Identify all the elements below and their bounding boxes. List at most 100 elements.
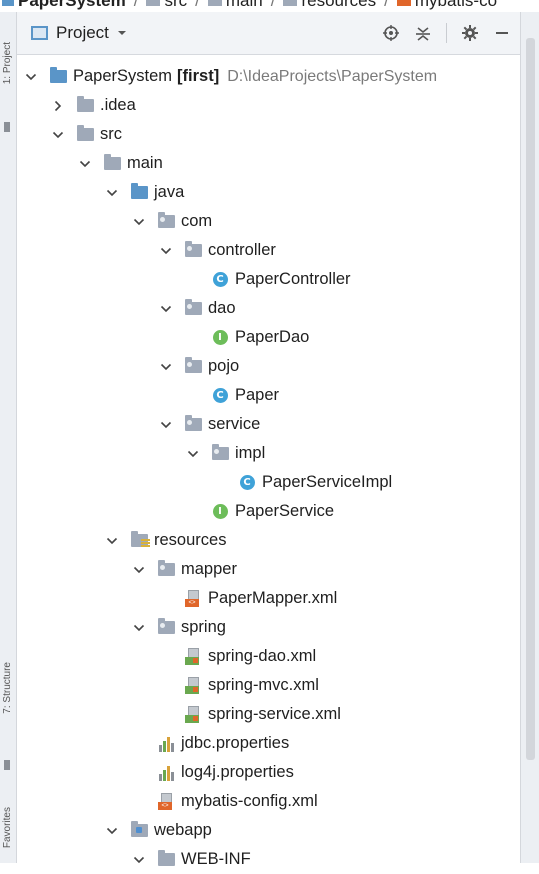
tree-node-label: com xyxy=(181,212,213,230)
tree-node[interactable]: pojo xyxy=(158,352,239,381)
chevron-down-icon[interactable] xyxy=(158,417,174,433)
structure-tool-tab[interactable]: 7: Structure xyxy=(2,662,13,714)
tree-node[interactable]: jdbc.properties xyxy=(131,729,289,758)
project-tool-tab[interactable]: 1: Project xyxy=(2,42,13,84)
tree-node-label: .idea xyxy=(100,96,136,114)
package-icon xyxy=(157,618,175,636)
tree-node[interactable]: WEB-INF xyxy=(131,845,251,874)
tree-node-label: spring xyxy=(181,618,226,636)
class-icon: C xyxy=(238,475,256,491)
tree-node[interactable]: dao xyxy=(158,294,236,323)
properties-file-icon xyxy=(157,765,175,781)
chevron-down-icon[interactable] xyxy=(77,156,93,172)
chevron-down-icon[interactable] xyxy=(104,185,120,201)
tree-node[interactable]: service xyxy=(158,410,260,439)
strip-marker xyxy=(4,122,10,132)
tree-node[interactable]: mapper xyxy=(131,555,237,584)
chevron-down-icon[interactable] xyxy=(104,533,120,549)
tree-node[interactable]: <> mybatis-config.xml xyxy=(131,787,318,816)
chevron-down-icon[interactable] xyxy=(158,243,174,259)
tree-node[interactable]: I PaperDao xyxy=(185,323,309,352)
tree-node[interactable]: C Paper xyxy=(185,381,279,410)
project-view-selector[interactable]: Project xyxy=(31,23,127,43)
tree-node-label: resources xyxy=(154,531,227,549)
tree-node[interactable]: java xyxy=(104,178,184,207)
minimize-icon[interactable] xyxy=(493,24,511,42)
breadcrumb-item-mybatis-config[interactable]: mybatis-co xyxy=(396,0,497,11)
chevron-down-icon[interactable] xyxy=(131,620,147,636)
tree-node[interactable]: spring-service.xml xyxy=(158,700,341,729)
tree-node-label: java xyxy=(154,183,185,201)
locate-file-icon[interactable] xyxy=(382,24,400,42)
tree-node[interactable]: controller xyxy=(158,236,276,265)
header-toolbar xyxy=(382,23,511,43)
tree-node-label: controller xyxy=(208,241,276,259)
tree-node[interactable]: spring xyxy=(131,613,226,642)
spring-xml-icon xyxy=(184,648,202,665)
vertical-scrollbar[interactable] xyxy=(526,38,535,760)
tree-node[interactable]: .idea xyxy=(50,91,136,120)
left-tool-strip: 1: Project 7: Structure Favorites xyxy=(0,12,17,863)
package-icon xyxy=(184,357,202,375)
package-icon xyxy=(184,415,202,433)
class-icon: C xyxy=(211,388,229,404)
chevron-right-icon[interactable] xyxy=(50,98,66,114)
tree-node[interactable]: PaperSystem [first] D:\IdeaProjects\PaperS… xyxy=(23,62,437,91)
chevron-down-icon[interactable] xyxy=(23,69,39,85)
tree-node[interactable]: src xyxy=(50,120,122,149)
strip-marker xyxy=(4,760,10,770)
resources-folder-icon xyxy=(130,531,150,549)
package-icon xyxy=(211,444,229,462)
tree-node[interactable]: log4j.properties xyxy=(131,758,294,787)
chevron-down-icon[interactable] xyxy=(131,562,147,578)
package-icon xyxy=(184,299,202,317)
folder-icon xyxy=(146,0,161,6)
tree-node[interactable]: C PaperController xyxy=(185,265,351,294)
tree-node[interactable]: com xyxy=(131,207,212,236)
tree-node-label: pojo xyxy=(208,357,240,375)
breadcrumb-item-project[interactable]: PaperSystem xyxy=(2,0,126,11)
module-name-label: [first] xyxy=(177,67,220,85)
chevron-down-icon[interactable] xyxy=(185,446,201,462)
tree-node[interactable]: webapp xyxy=(104,816,212,845)
tree-node[interactable]: I PaperService xyxy=(185,497,334,526)
toolbar-divider xyxy=(446,23,447,43)
tree-node-label: PaperController xyxy=(235,270,351,288)
tree-node-label: PaperService xyxy=(235,502,335,520)
gear-icon[interactable] xyxy=(461,24,479,42)
tree-node-label: spring-service.xml xyxy=(208,705,341,723)
chevron-down-icon[interactable] xyxy=(50,127,66,143)
project-path-label: D:\IdeaProjects\PaperSystem xyxy=(227,67,438,85)
breadcrumb-item-main[interactable]: main xyxy=(207,0,263,11)
collapse-all-icon[interactable] xyxy=(414,24,432,42)
spring-xml-icon xyxy=(184,677,202,694)
chevron-down-icon[interactable] xyxy=(158,301,174,317)
tree-node-label: spring-mvc.xml xyxy=(208,676,319,694)
tree-node-label: log4j.properties xyxy=(181,763,294,781)
tree-node[interactable]: spring-dao.xml xyxy=(158,642,316,671)
chevron-down-icon xyxy=(117,24,127,42)
interface-icon: I xyxy=(211,504,229,520)
chevron-down-icon[interactable] xyxy=(131,214,147,230)
project-panel-header: Project xyxy=(17,12,521,55)
interface-icon: I xyxy=(211,330,229,346)
tree-node[interactable]: C PaperServiceImpl xyxy=(212,468,392,497)
tree-node[interactable]: main xyxy=(77,149,163,178)
tree-node[interactable]: resources xyxy=(104,526,226,555)
package-icon xyxy=(184,241,202,259)
chevron-down-icon[interactable] xyxy=(131,852,147,868)
favorites-tool-tab[interactable]: Favorites xyxy=(2,807,13,848)
tree-node[interactable]: <> PaperMapper.xml xyxy=(158,584,337,613)
tree-node[interactable]: impl xyxy=(185,439,265,468)
chevron-down-icon[interactable] xyxy=(104,823,120,839)
chevron-down-icon[interactable] xyxy=(158,359,174,375)
breadcrumb-item-src[interactable]: src xyxy=(146,0,187,11)
tree-node-label: jdbc.properties xyxy=(181,734,290,752)
tree-node-label: impl xyxy=(235,444,266,462)
tree-node-label: WEB-INF xyxy=(181,850,251,868)
package-icon xyxy=(157,212,175,230)
resources-folder-icon xyxy=(283,0,298,6)
breadcrumb-item-resources[interactable]: resources xyxy=(283,0,376,11)
tree-node-label: webapp xyxy=(154,821,212,839)
tree-node[interactable]: spring-mvc.xml xyxy=(158,671,319,700)
